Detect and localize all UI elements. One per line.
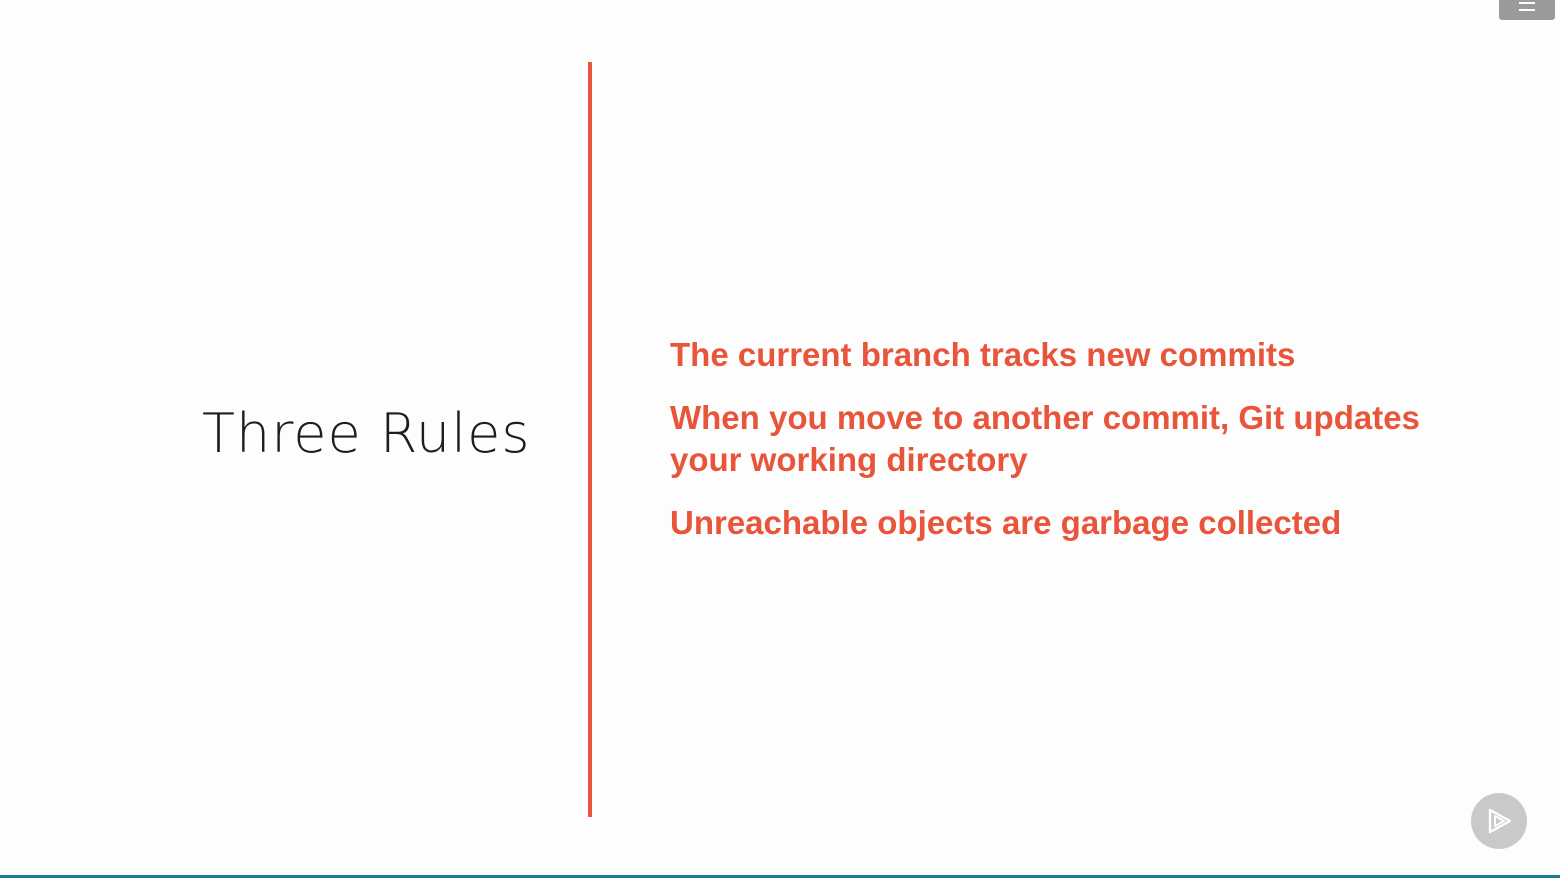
play-icon (1488, 808, 1512, 834)
rules-list: The current branch tracks new commits Wh… (670, 334, 1430, 565)
rule-item: When you move to another commit, Git upd… (670, 399, 1420, 478)
slide-stage: Three Rules The current branch tracks ne… (0, 0, 1560, 878)
rule-item: Unreachable objects are garbage collecte… (670, 504, 1342, 541)
menu-button[interactable] (1499, 0, 1555, 20)
slide-title: Three Rules (202, 402, 531, 465)
hamburger-icon (1519, 1, 1535, 11)
play-button[interactable] (1471, 793, 1527, 849)
rule-item: The current branch tracks new commits (670, 336, 1296, 373)
vertical-divider (588, 62, 592, 817)
